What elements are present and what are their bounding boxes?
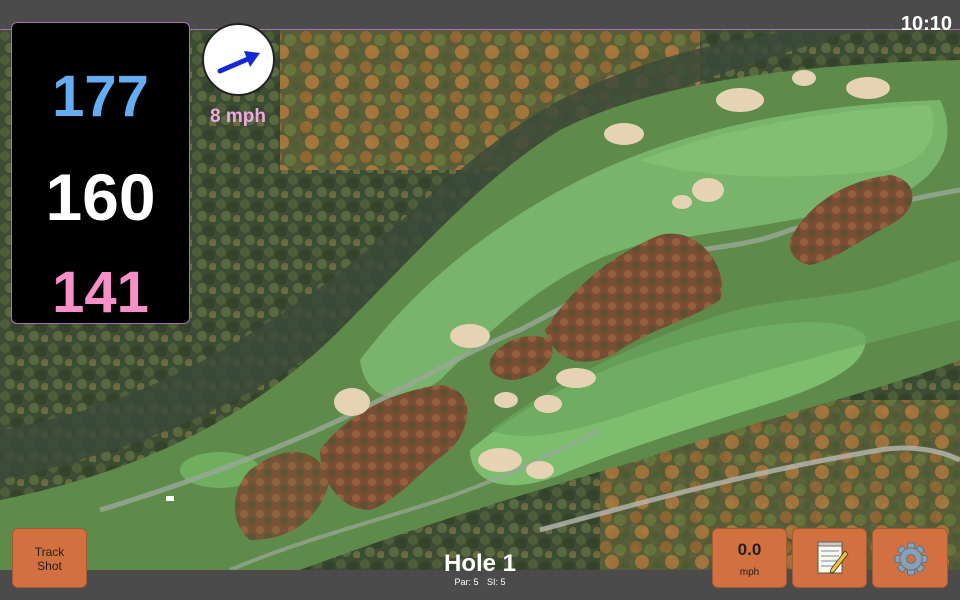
- hole-par: Par: 5: [454, 577, 479, 587]
- hole-info: Par: 5 SI: 5: [430, 577, 530, 587]
- speed-button[interactable]: 0.0 mph: [712, 528, 787, 588]
- wind-speed: 8 mph: [210, 106, 266, 127]
- wind-indicator: [202, 23, 275, 96]
- track-shot-label-line2: Shot: [37, 559, 62, 573]
- track-shot-button[interactable]: Track Shot: [12, 528, 87, 588]
- speed-value: 0.0: [737, 540, 762, 559]
- hole-stroke-index: SI: 5: [487, 577, 506, 587]
- gear-icon: [894, 542, 928, 576]
- front-distance: 141: [52, 260, 149, 325]
- notepad-icon: [817, 541, 849, 574]
- back-distance: 177: [52, 64, 149, 129]
- hole-title: Hole 1: [443, 550, 517, 577]
- settings-button[interactable]: [872, 528, 948, 588]
- distance-panel: 177 160 141: [11, 22, 190, 325]
- track-shot-label-line1: Track: [34, 545, 65, 559]
- wind-direction-arrow-icon: [217, 51, 260, 74]
- speed-unit: mph: [739, 567, 760, 578]
- notes-button[interactable]: [792, 528, 867, 588]
- middle-distance: 160: [45, 160, 156, 234]
